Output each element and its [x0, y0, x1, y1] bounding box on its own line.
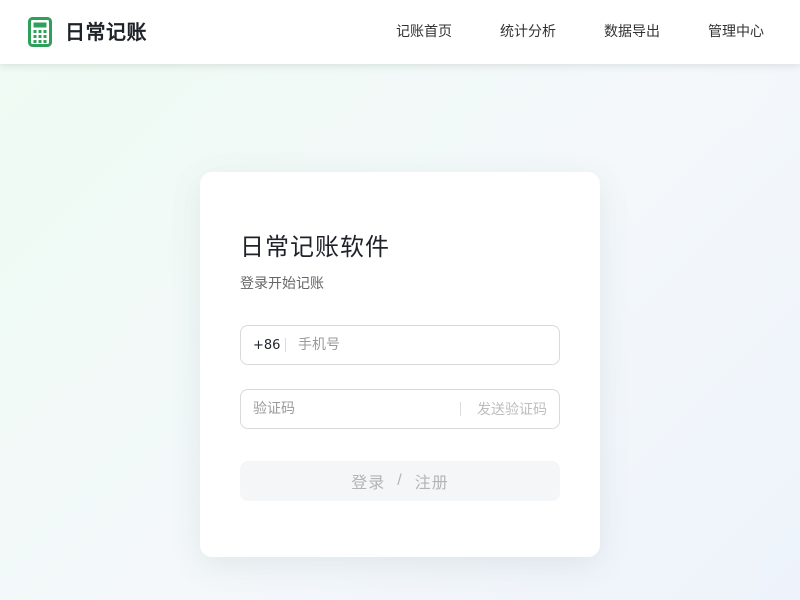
login-card: 日常记账软件 登录开始记账 +86 发送验证码 登录 / 注册 — [200, 172, 600, 557]
send-code-button[interactable]: 发送验证码 — [461, 399, 559, 419]
phone-input[interactable] — [286, 326, 559, 364]
nav-item-export[interactable]: 数据导出 — [604, 0, 660, 64]
login-subtitle: 登录开始记账 — [240, 276, 324, 292]
top-nav: 记账首页 统计分析 数据导出 管理中心 — [396, 0, 764, 64]
register-label: 注册 — [414, 475, 449, 492]
nav-item-home[interactable]: 记账首页 — [396, 0, 452, 64]
country-code-prefix[interactable]: +86 — [241, 338, 285, 353]
brand[interactable]: 日常记账 — [28, 17, 147, 47]
top-header: 日常记账 记账首页 统计分析 数据导出 管理中心 — [0, 0, 800, 64]
code-field: 发送验证码 — [240, 389, 560, 429]
brand-name: 日常记账 — [65, 20, 147, 44]
nav-item-admin[interactable]: 管理中心 — [708, 0, 764, 64]
login-label: 登录 — [351, 475, 386, 492]
login-title: 日常记账软件 — [240, 233, 390, 261]
label-separator: / — [397, 472, 403, 489]
login-register-button[interactable]: 登录 / 注册 — [240, 461, 560, 501]
calculator-icon — [28, 17, 52, 47]
phone-field: +86 — [240, 325, 560, 365]
nav-item-statistics[interactable]: 统计分析 — [500, 0, 556, 64]
verification-code-input[interactable] — [241, 390, 460, 428]
